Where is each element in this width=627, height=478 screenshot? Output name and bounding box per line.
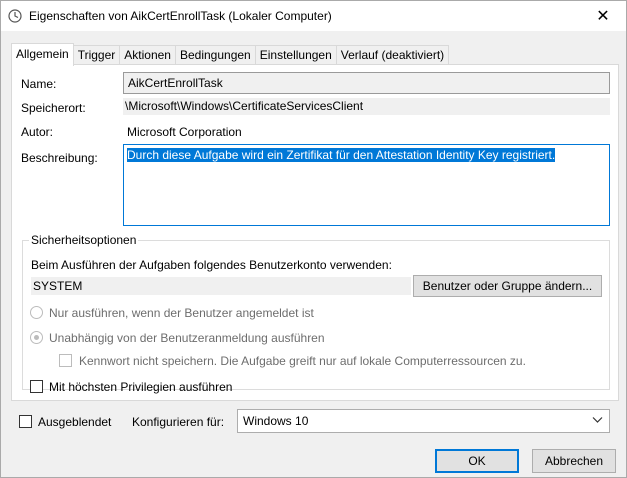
name-field[interactable]: AikCertEnrollTask [123, 72, 610, 94]
tab-label: Trigger [77, 48, 116, 62]
hidden-checkbox[interactable] [19, 415, 32, 428]
window-title: Eigenschaften von AikCertEnrollTask (Lok… [29, 9, 332, 23]
tab-strip: Allgemein Trigger Aktionen Bedingungen E… [11, 43, 450, 66]
task-scheduler-icon [8, 9, 22, 23]
author-value[interactable]: Microsoft Corporation [127, 125, 242, 139]
tab-actions[interactable]: Aktionen [119, 45, 176, 65]
properties-dialog: Eigenschaften von AikCertEnrollTask (Lok… [0, 0, 627, 478]
tab-label: Allgemein [16, 47, 69, 61]
configure-for-value: Windows 10 [243, 414, 309, 428]
description-label: Beschreibung: [21, 151, 98, 165]
highest-privileges-label: Mit höchsten Privilegien ausführen [49, 380, 233, 394]
run-only-logged-on-radio[interactable] [30, 306, 43, 319]
chevron-down-icon [592, 417, 603, 423]
cancel-button[interactable]: Abbrechen [532, 449, 616, 473]
description-text: Durch diese Aufgabe wird ein Zertifikat … [127, 148, 556, 162]
configure-for-label: Konfigurieren für: [132, 415, 225, 429]
security-options-group: Sicherheitsoptionen Beim Ausführen der A… [22, 233, 610, 394]
tab-label: Bedingungen [179, 48, 251, 62]
run-whether-logged-on-label: Unabhängig von der Benutzeranmeldung aus… [49, 331, 325, 345]
description-field[interactable]: Durch diese Aufgabe wird ein Zertifikat … [123, 144, 610, 226]
tab-general[interactable]: Allgemein [11, 43, 74, 66]
hidden-label: Ausgeblendet [38, 415, 112, 429]
user-account-field[interactable]: SYSTEM [31, 277, 411, 295]
tab-label: Aktionen [124, 48, 171, 62]
author-label: Autor: [21, 125, 54, 139]
ok-button[interactable]: OK [435, 449, 519, 473]
name-label: Name: [21, 77, 57, 91]
do-not-store-password-checkbox[interactable] [59, 354, 72, 367]
tab-settings[interactable]: Einstellungen [254, 45, 337, 65]
tab-triggers[interactable]: Trigger [72, 45, 121, 65]
general-tab-panel: Name: AikCertEnrollTask Speicherort: \Mi… [11, 64, 619, 401]
security-options-title: Sicherheitsoptionen [29, 233, 139, 247]
close-icon: ✕ [596, 8, 610, 25]
do-not-store-password-label: Kennwort nicht speichern. Die Aufgabe gr… [79, 354, 526, 368]
tab-conditions[interactable]: Bedingungen [174, 45, 256, 65]
tab-label: Einstellungen [259, 48, 332, 62]
run-whether-logged-on-radio[interactable] [30, 331, 43, 344]
tab-label: Verlauf (deaktiviert) [340, 48, 445, 62]
highest-privileges-checkbox[interactable] [30, 380, 43, 393]
close-button[interactable]: ✕ [580, 1, 626, 31]
title-bar[interactable]: Eigenschaften von AikCertEnrollTask (Lok… [1, 1, 626, 31]
run-only-logged-on-label: Nur ausführen, wenn der Benutzer angemel… [49, 306, 314, 320]
change-user-button[interactable]: Benutzer oder Gruppe ändern... [413, 275, 602, 297]
location-label: Speicherort: [21, 101, 86, 115]
location-value[interactable]: \Microsoft\Windows\CertificateServicesCl… [123, 98, 610, 115]
tab-history[interactable]: Verlauf (deaktiviert) [335, 45, 450, 65]
account-prompt: Beim Ausführen der Aufgaben folgendes Be… [31, 258, 392, 272]
configure-for-select[interactable]: Windows 10 [237, 409, 610, 433]
